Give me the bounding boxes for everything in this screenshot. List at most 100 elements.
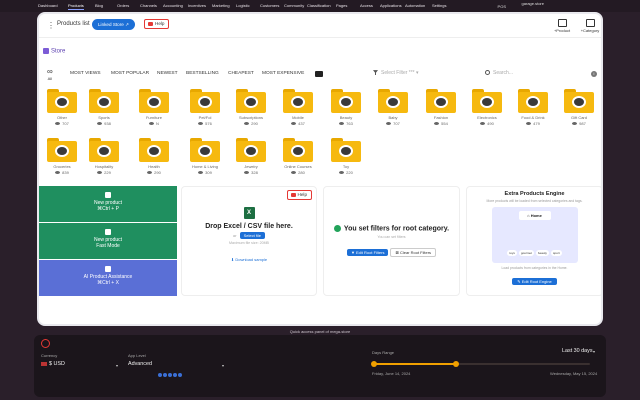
slider-knob-start[interactable] [371, 361, 377, 367]
category-folder[interactable]: Pet/Fol 576 [185, 89, 225, 126]
help-button[interactable]: Help [144, 19, 170, 29]
category-views: 328 [231, 170, 271, 175]
tab-most-views[interactable]: MOST VIEWS [70, 71, 101, 76]
currency-select[interactable]: $ USD [41, 361, 65, 367]
folder-icon [283, 138, 313, 162]
pos-link[interactable]: POS [498, 4, 506, 9]
download-sample-link[interactable]: ⬇ Download sample [182, 257, 316, 262]
chevron-down-icon[interactable]: ▾ [222, 363, 224, 368]
category-folder[interactable]: Gift Card 987 [559, 89, 599, 126]
nav-item-settings[interactable]: Settings [432, 3, 446, 8]
eye-icon [291, 122, 297, 126]
nav-item-accounting[interactable]: Accounting [163, 3, 183, 8]
add-product-button[interactable]: +Product [551, 19, 573, 33]
engine-chips: toys gourmet beauty sport [498, 241, 572, 259]
category-folder[interactable]: Health 290 [134, 138, 174, 175]
category-views: 437 [278, 121, 318, 126]
ai-assistant-button[interactable]: AI Product Assistance ⌘Ctrl + X [39, 260, 177, 296]
days-range-select[interactable]: Last 30 days [562, 348, 593, 354]
chevron-down-icon[interactable]: ▾ [116, 363, 118, 368]
category-folder[interactable]: Home & Living 309 [185, 138, 225, 175]
engine-preview: ⌂ Home toys gourmet beauty sport [491, 207, 578, 263]
category-folder[interactable]: Groceries 839 [42, 138, 82, 175]
category-count: 280 [298, 170, 305, 175]
category-name: Hospitality [94, 164, 114, 169]
folder-view-icon[interactable] [315, 71, 323, 77]
category-folder[interactable]: Baby 707 [373, 89, 413, 126]
filter-card-title: You set filters for root category. [324, 225, 459, 232]
excel-upload-card[interactable]: Help X Drop Excel / CSV file here. or Sel… [181, 186, 317, 296]
nav-item-marketing[interactable]: Marketing [212, 3, 230, 8]
tab-cheapest[interactable]: CHEAPEST [228, 71, 254, 76]
nav-item-logistic[interactable]: Logistic [236, 3, 250, 8]
store-breadcrumb[interactable]: Store [43, 48, 65, 55]
tab-most-expensive[interactable]: MOST EXPENSIVE [262, 71, 304, 76]
nav-item-incentives[interactable]: Incentives [188, 3, 206, 8]
nav-item-automation[interactable]: Automation [405, 3, 425, 8]
user-name[interactable]: garage.store [522, 1, 544, 6]
category-folder[interactable]: Beauty 763 [326, 89, 366, 126]
clear-root-filters-button[interactable]: ⊠ Clear Root Filters [390, 248, 437, 258]
category-folder[interactable]: Food & Drink 479 [513, 89, 553, 126]
category-folder[interactable]: Mobile 437 [278, 89, 318, 126]
edit-root-engine-button[interactable]: ✎ Edit Root Engine [512, 278, 557, 285]
nav-item-access[interactable]: Access [360, 3, 373, 8]
top-navigation: garage.store POS Dashboard Products Blog Or… [0, 0, 640, 12]
select-filter-dropdown[interactable]: Select Filter *** ▾ [373, 70, 419, 76]
folder-icon [236, 138, 266, 162]
app-level-select[interactable]: Advanced [128, 361, 152, 367]
category-folder[interactable]: Online Courses 280 [278, 138, 318, 175]
chevron-down-icon[interactable]: ▾ [593, 349, 595, 354]
level-dots [158, 364, 183, 382]
slider-knob-end[interactable] [453, 361, 460, 367]
tab-newest[interactable]: NEWEST [157, 71, 178, 76]
engine-title: Extra Products Engine [504, 191, 565, 197]
menu-dots-icon[interactable]: ⋮ [47, 21, 55, 30]
category-folder[interactable]: Jewelry 328 [231, 138, 271, 175]
nav-item-pages[interactable]: Pages [336, 3, 347, 8]
category-folder[interactable]: Sports 938 [84, 89, 124, 126]
edit-root-filters-button[interactable]: ▼ Edit Root Filters [346, 249, 389, 257]
eye-icon [480, 122, 486, 126]
category-views: 309 [185, 170, 225, 175]
linked-store-button[interactable]: Linked Store ↗ [92, 19, 135, 30]
category-count: 490 [487, 121, 494, 126]
date-start: Friday, June 14, 2024 [372, 371, 411, 376]
info-icon[interactable]: i [591, 71, 597, 77]
excel-help-button[interactable]: Help [286, 190, 312, 200]
category-folder[interactable]: Hospitality 229 [84, 138, 124, 175]
nav-item-products[interactable]: Products [68, 3, 84, 10]
new-product-button[interactable]: New product ⌘Ctrl + P [39, 186, 177, 222]
days-range-slider[interactable] [371, 361, 590, 367]
power-icon[interactable] [41, 339, 50, 348]
tab-most-popular[interactable]: MOST POPULAR [111, 71, 149, 76]
select-file-button[interactable]: Select file [239, 232, 265, 239]
add-category-button[interactable]: +Category [579, 19, 601, 33]
search-input[interactable]: Search... [485, 70, 513, 76]
nav-item-customers[interactable]: Customers [260, 3, 279, 8]
eye-icon [97, 171, 103, 175]
tab-bestselling[interactable]: BESTSELLING [186, 71, 219, 76]
fast-mode-button[interactable]: New product Fast Mode [39, 223, 177, 259]
eye-icon [434, 122, 440, 126]
category-folder[interactable]: Subscriptions 290 [231, 89, 271, 126]
tab-all[interactable]: ∞ All [47, 68, 53, 82]
nav-item-community[interactable]: Community [284, 3, 304, 8]
category-folder[interactable]: Electronics 490 [467, 89, 507, 126]
category-count: 328 [251, 170, 258, 175]
eye-icon [198, 171, 204, 175]
nav-item-orders[interactable]: Orders [117, 3, 129, 8]
category-folder[interactable]: Toy 220 [326, 138, 366, 175]
category-folder[interactable]: Fashion 554 [421, 89, 461, 126]
nav-item-dashboard[interactable]: Dashboard [38, 3, 58, 8]
category-views: 707 [373, 121, 413, 126]
engine-chip: sport [550, 250, 562, 256]
nav-item-classification[interactable]: Classification [307, 3, 331, 8]
nav-item-channels[interactable]: Channels [140, 3, 157, 8]
nav-item-applications[interactable]: Applications [380, 3, 402, 8]
category-folder[interactable]: Furniture N [134, 89, 174, 126]
nav-item-blog[interactable]: Blog [95, 3, 103, 8]
folder-icon [331, 89, 361, 113]
category-folder[interactable]: Other 707 [42, 89, 82, 126]
engine-chip: beauty [535, 250, 549, 256]
